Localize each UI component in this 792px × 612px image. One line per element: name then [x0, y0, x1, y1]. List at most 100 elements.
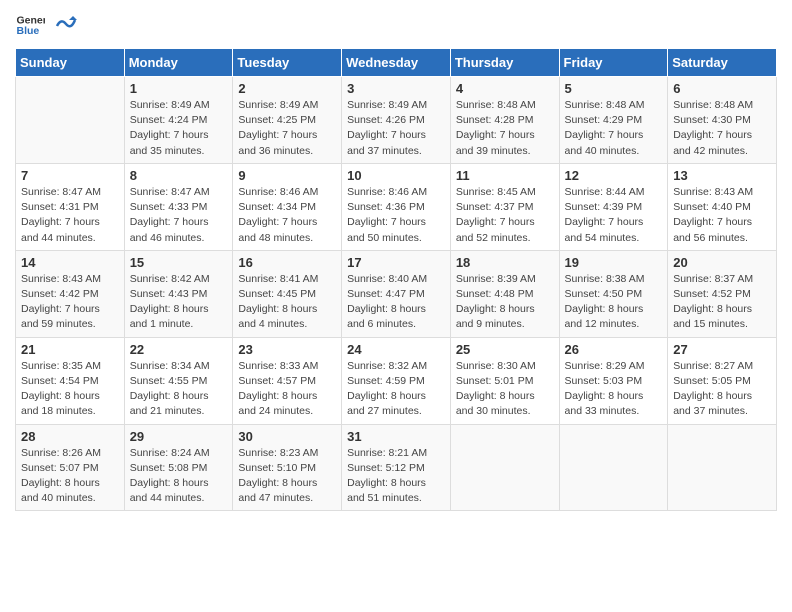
day-number: 9 [238, 168, 336, 183]
col-header-tuesday: Tuesday [233, 49, 342, 77]
day-number: 4 [456, 81, 554, 96]
col-header-monday: Monday [124, 49, 233, 77]
calendar-cell: 20 Sunrise: 8:37 AMSunset: 4:52 PMDayligh… [668, 250, 777, 337]
calendar-cell: 1Sunrise: 8:49 AMSunset: 4:24 PMDaylight… [124, 77, 233, 164]
calendar-cell [668, 424, 777, 511]
day-info: Sunrise: 8:23 AMSunset: 5:10 PMDaylight:… [238, 446, 336, 507]
calendar-cell: 3 Sunrise: 8:49 AMSunset: 4:26 PMDaylight… [342, 77, 451, 164]
day-info: Sunrise: 8:32 AMSunset: 4:59 PMDaylight:… [347, 359, 445, 420]
logo-icon: General Blue [15, 10, 45, 40]
logo: General Blue [15, 10, 77, 40]
logo-wave-icon [55, 10, 77, 32]
day-info: Sunrise: 8:41 AMSunset: 4:45 PMDaylight:… [238, 272, 336, 333]
calendar-cell: 14Sunrise: 8:43 AMSunset: 4:42 PMDayligh… [16, 250, 125, 337]
day-number: 21 [21, 342, 119, 357]
day-number: 20 [673, 255, 771, 270]
day-info: Sunrise: 8:48 AMSunset: 4:30 PMDaylight:… [673, 98, 771, 159]
day-number: 11 [456, 168, 554, 183]
calendar-week-3: 14Sunrise: 8:43 AMSunset: 4:42 PMDayligh… [16, 250, 777, 337]
day-number: 25 [456, 342, 554, 357]
day-number: 3 [347, 81, 445, 96]
calendar-cell: 19 Sunrise: 8:38 AMSunset: 4:50 PMDayligh… [559, 250, 668, 337]
calendar-cell: 9 Sunrise: 8:46 AMSunset: 4:34 PMDaylight… [233, 163, 342, 250]
day-info: Sunrise: 8:37 AMSunset: 4:52 PMDaylight:… [673, 272, 771, 333]
calendar-cell: 28 Sunrise: 8:26 AMSunset: 5:07 PMDayligh… [16, 424, 125, 511]
day-number: 31 [347, 429, 445, 444]
day-info: Sunrise: 8:39 AMSunset: 4:48 PMDaylight:… [456, 272, 554, 333]
day-number: 2 [238, 81, 336, 96]
day-number: 19 [565, 255, 663, 270]
day-info: Sunrise: 8:34 AMSunset: 4:55 PMDaylight:… [130, 359, 228, 420]
day-number: 8 [130, 168, 228, 183]
calendar-cell: 24Sunrise: 8:32 AMSunset: 4:59 PMDayligh… [342, 337, 451, 424]
day-info: Sunrise: 8:49 AMSunset: 4:26 PMDaylight:… [347, 98, 445, 159]
day-info: Sunrise: 8:30 AMSunset: 5:01 PMDaylight:… [456, 359, 554, 420]
day-number: 13 [673, 168, 771, 183]
col-header-friday: Friday [559, 49, 668, 77]
day-info: Sunrise: 8:47 AMSunset: 4:33 PMDaylight:… [130, 185, 228, 246]
calendar-cell: 27Sunrise: 8:27 AMSunset: 5:05 PMDayligh… [668, 337, 777, 424]
day-number: 12 [565, 168, 663, 183]
day-info: Sunrise: 8:35 AMSunset: 4:54 PMDaylight:… [21, 359, 119, 420]
calendar-cell [559, 424, 668, 511]
calendar-cell: 13 Sunrise: 8:43 AMSunset: 4:40 PMDayligh… [668, 163, 777, 250]
calendar-cell: 30 Sunrise: 8:23 AMSunset: 5:10 PMDayligh… [233, 424, 342, 511]
calendar-cell: 25 Sunrise: 8:30 AMSunset: 5:01 PMDayligh… [450, 337, 559, 424]
calendar-cell: 22Sunrise: 8:34 AMSunset: 4:55 PMDayligh… [124, 337, 233, 424]
calendar-cell: 8 Sunrise: 8:47 AMSunset: 4:33 PMDaylight… [124, 163, 233, 250]
day-info: Sunrise: 8:43 AMSunset: 4:40 PMDaylight:… [673, 185, 771, 246]
day-number: 28 [21, 429, 119, 444]
calendar-cell: 5 Sunrise: 8:48 AMSunset: 4:29 PMDaylight… [559, 77, 668, 164]
calendar-cell: 16 Sunrise: 8:41 AMSunset: 4:45 PMDayligh… [233, 250, 342, 337]
calendar-cell: 12Sunrise: 8:44 AMSunset: 4:39 PMDayligh… [559, 163, 668, 250]
day-info: Sunrise: 8:46 AMSunset: 4:36 PMDaylight:… [347, 185, 445, 246]
day-info: Sunrise: 8:48 AMSunset: 4:29 PMDaylight:… [565, 98, 663, 159]
calendar-cell: 10 Sunrise: 8:46 AMSunset: 4:36 PMDayligh… [342, 163, 451, 250]
day-info: Sunrise: 8:33 AMSunset: 4:57 PMDaylight:… [238, 359, 336, 420]
calendar-cell [16, 77, 125, 164]
day-number: 29 [130, 429, 228, 444]
day-number: 17 [347, 255, 445, 270]
calendar-cell: 4Sunrise: 8:48 AMSunset: 4:28 PMDaylight… [450, 77, 559, 164]
page-header: General Blue [15, 10, 777, 40]
day-number: 18 [456, 255, 554, 270]
day-info: Sunrise: 8:49 AMSunset: 4:25 PMDaylight:… [238, 98, 336, 159]
day-info: Sunrise: 8:38 AMSunset: 4:50 PMDaylight:… [565, 272, 663, 333]
calendar-cell [450, 424, 559, 511]
day-info: Sunrise: 8:42 AMSunset: 4:43 PMDaylight:… [130, 272, 228, 333]
day-info: Sunrise: 8:45 AMSunset: 4:37 PMDaylight:… [456, 185, 554, 246]
calendar-table: SundayMondayTuesdayWednesdayThursdayFrid… [15, 48, 777, 511]
calendar-cell: 2 Sunrise: 8:49 AMSunset: 4:25 PMDaylight… [233, 77, 342, 164]
calendar-cell: 23Sunrise: 8:33 AMSunset: 4:57 PMDayligh… [233, 337, 342, 424]
day-number: 15 [130, 255, 228, 270]
day-number: 16 [238, 255, 336, 270]
col-header-sunday: Sunday [16, 49, 125, 77]
day-info: Sunrise: 8:40 AMSunset: 4:47 PMDaylight:… [347, 272, 445, 333]
calendar-cell: 18 Sunrise: 8:39 AMSunset: 4:48 PMDayligh… [450, 250, 559, 337]
day-number: 5 [565, 81, 663, 96]
calendar-cell: 6 Sunrise: 8:48 AMSunset: 4:30 PMDaylight… [668, 77, 777, 164]
day-number: 10 [347, 168, 445, 183]
day-number: 30 [238, 429, 336, 444]
calendar-week-2: 7 Sunrise: 8:47 AMSunset: 4:31 PMDaylight… [16, 163, 777, 250]
day-info: Sunrise: 8:47 AMSunset: 4:31 PMDaylight:… [21, 185, 119, 246]
day-info: Sunrise: 8:26 AMSunset: 5:07 PMDaylight:… [21, 446, 119, 507]
day-number: 27 [673, 342, 771, 357]
day-number: 7 [21, 168, 119, 183]
day-info: Sunrise: 8:21 AMSunset: 5:12 PMDaylight:… [347, 446, 445, 507]
calendar-cell: 29 Sunrise: 8:24 AMSunset: 5:08 PMDayligh… [124, 424, 233, 511]
day-number: 1 [130, 81, 228, 96]
calendar-cell: 21 Sunrise: 8:35 AMSunset: 4:54 PMDayligh… [16, 337, 125, 424]
day-info: Sunrise: 8:46 AMSunset: 4:34 PMDaylight:… [238, 185, 336, 246]
svg-text:Blue: Blue [17, 25, 40, 37]
day-number: 14 [21, 255, 119, 270]
calendar-cell: 11 Sunrise: 8:45 AMSunset: 4:37 PMDayligh… [450, 163, 559, 250]
calendar-week-5: 28 Sunrise: 8:26 AMSunset: 5:07 PMDayligh… [16, 424, 777, 511]
col-header-thursday: Thursday [450, 49, 559, 77]
calendar-week-1: 1Sunrise: 8:49 AMSunset: 4:24 PMDaylight… [16, 77, 777, 164]
col-header-wednesday: Wednesday [342, 49, 451, 77]
day-info: Sunrise: 8:24 AMSunset: 5:08 PMDaylight:… [130, 446, 228, 507]
calendar-week-4: 21 Sunrise: 8:35 AMSunset: 4:54 PMDayligh… [16, 337, 777, 424]
calendar-cell: 31 Sunrise: 8:21 AMSunset: 5:12 PMDayligh… [342, 424, 451, 511]
day-number: 6 [673, 81, 771, 96]
